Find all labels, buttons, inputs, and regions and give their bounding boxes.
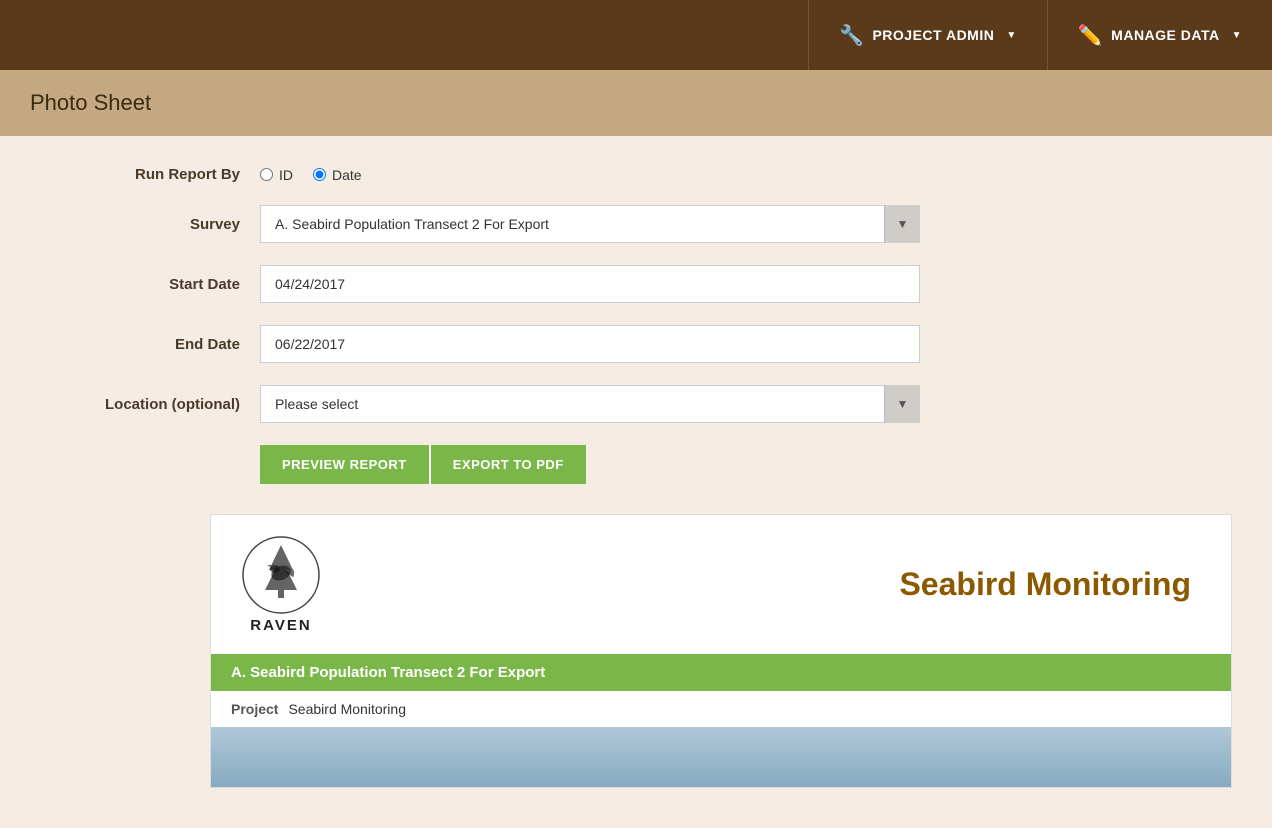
radio-id-text: ID [279,167,293,183]
radio-date-label[interactable]: Date [313,167,362,183]
raven-logo-svg [241,535,321,615]
survey-label: Survey [40,216,260,233]
radio-date-text: Date [332,167,362,183]
manage-data-chevron: ▼ [1232,30,1242,41]
run-report-by-row: Run Report By ID Date [40,166,990,183]
location-control: Please select ▼ [260,385,920,423]
location-row: Location (optional) Please select ▼ [40,385,990,423]
radio-group: ID Date [260,167,920,183]
end-date-control [260,325,920,363]
project-admin-chevron: ▼ [1006,30,1016,41]
report-project-value: Seabird Monitoring [288,701,406,717]
radio-date[interactable] [313,168,326,181]
survey-control: A. Seabird Population Transect 2 For Exp… [260,205,920,243]
report-title: Seabird Monitoring [321,566,1201,603]
page-title: Photo Sheet [30,90,1242,116]
page-title-bar: Photo Sheet [0,70,1272,136]
end-date-input[interactable] [260,325,920,363]
report-project-label: Project [231,701,278,717]
start-date-row: Start Date [40,265,990,303]
survey-row: Survey A. Seabird Population Transect 2 … [40,205,990,243]
end-date-label: End Date [40,336,260,353]
radio-id[interactable] [260,168,273,181]
report-survey-bar: A. Seabird Population Transect 2 For Exp… [211,654,1231,691]
report-logo-area: RAVEN [241,535,321,634]
survey-select-wrap: A. Seabird Population Transect 2 For Exp… [260,205,920,243]
report-info-row: Project Seabird Monitoring [211,691,1231,717]
report-project-col: Project Seabird Monitoring [231,701,406,717]
navbar: 🔧 PROJECT ADMIN ▼ ✏️ MANAGE DATA ▼ [0,0,1272,70]
report-header: RAVEN Seabird Monitoring [211,515,1231,654]
radio-id-label[interactable]: ID [260,167,293,183]
report-form: Run Report By ID Date Survey [40,166,990,484]
run-report-by-controls: ID Date [260,167,920,183]
location-label: Location (optional) [40,396,260,413]
location-select-wrap: Please select ▼ [260,385,920,423]
action-buttons: PREVIEW REPORT EXPORT TO PDF [260,445,990,484]
project-admin-label: PROJECT ADMIN [872,27,994,43]
run-report-by-label: Run Report By [40,166,260,183]
wrench-icon: 🔧 [839,23,864,48]
raven-label: RAVEN [250,617,311,634]
pencil-icon: ✏️ [1078,23,1103,48]
manage-data-label: MANAGE DATA [1111,27,1219,43]
start-date-label: Start Date [40,276,260,293]
preview-report-button[interactable]: PREVIEW REPORT [260,445,429,484]
manage-data-nav[interactable]: ✏️ MANAGE DATA ▼ [1047,0,1272,70]
project-admin-nav[interactable]: 🔧 PROJECT ADMIN ▼ [808,0,1047,70]
main-content: Run Report By ID Date Survey [0,136,1272,828]
report-image-placeholder [211,727,1231,787]
end-date-row: End Date [40,325,990,363]
start-date-control [260,265,920,303]
export-pdf-button[interactable]: EXPORT TO PDF [429,445,586,484]
report-preview: RAVEN Seabird Monitoring A. Seabird Popu… [210,514,1232,788]
location-select[interactable]: Please select [260,385,920,423]
survey-select[interactable]: A. Seabird Population Transect 2 For Exp… [260,205,920,243]
start-date-input[interactable] [260,265,920,303]
